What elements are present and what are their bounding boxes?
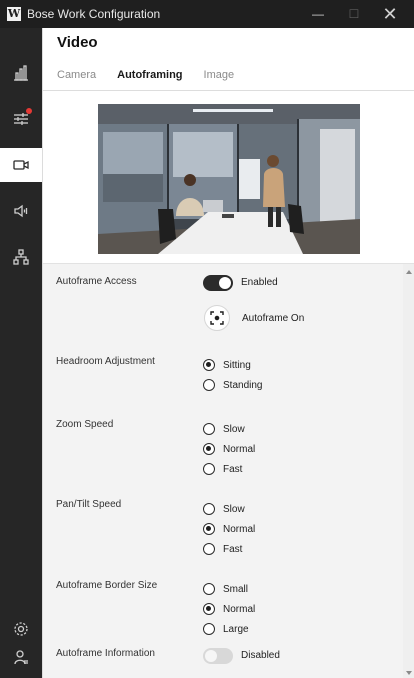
tab-autoframing[interactable]: Autoframing xyxy=(117,69,182,81)
option-label: Standing xyxy=(223,379,263,391)
autoframe-information-state: Disabled xyxy=(241,650,280,661)
border-size-option-small[interactable]: Small xyxy=(203,582,248,596)
autoframe-access-label: Autoframe Access xyxy=(56,276,137,287)
notification-badge xyxy=(26,108,32,114)
pan-tilt-option-normal[interactable]: Normal xyxy=(203,522,255,536)
tab-image[interactable]: Image xyxy=(204,69,235,81)
maximize-button[interactable]: ☐ xyxy=(336,0,372,28)
page-title: Video xyxy=(57,34,98,51)
sidebar-item-account[interactable] xyxy=(0,640,42,674)
network-icon xyxy=(13,249,29,265)
main-panel: Video Camera Autoframing Image Autoframe… xyxy=(42,28,414,678)
zoom-speed-label: Zoom Speed xyxy=(56,419,114,430)
sidebar-nav xyxy=(0,28,42,678)
minimize-button[interactable]: — xyxy=(300,0,336,28)
radio-button[interactable] xyxy=(203,423,215,435)
option-label: Slow xyxy=(223,423,245,435)
tab-bar: Camera Autoframing Image xyxy=(57,69,234,81)
border-size-option-normal[interactable]: Normal xyxy=(203,602,255,616)
autoframe-on-button[interactable]: Autoframe On xyxy=(204,305,304,331)
scroll-down-arrow-icon[interactable] xyxy=(406,671,412,675)
zoom-speed-option-slow[interactable]: Slow xyxy=(203,422,245,436)
settings-panel: Autoframe Access Enabled Autoframe On He… xyxy=(43,263,414,678)
sidebar-item-network[interactable] xyxy=(0,240,42,274)
header-divider xyxy=(43,90,414,91)
option-label: Large xyxy=(223,623,249,635)
sidebar-item-audio[interactable] xyxy=(0,194,42,228)
gear-icon xyxy=(14,622,28,636)
option-label: Sitting xyxy=(223,359,251,371)
option-label: Fast xyxy=(223,463,243,475)
pan-tilt-option-fast[interactable]: Fast xyxy=(203,542,242,556)
radio-button[interactable] xyxy=(203,583,215,595)
scrollbar[interactable] xyxy=(403,264,414,678)
window-title: Bose Work Configuration xyxy=(27,7,161,21)
headroom-option-sitting[interactable]: Sitting xyxy=(203,358,251,372)
option-label: Slow xyxy=(223,503,245,515)
tab-camera[interactable]: Camera xyxy=(57,69,96,81)
zoom-speed-option-fast[interactable]: Fast xyxy=(203,462,242,476)
radio-button[interactable] xyxy=(203,623,215,635)
close-button[interactable]: ✕ xyxy=(372,0,408,28)
sidebar-item-settings-sliders[interactable] xyxy=(0,102,42,136)
zoom-speed-option-normal[interactable]: Normal xyxy=(203,442,255,456)
radio-button[interactable] xyxy=(203,523,215,535)
option-label: Normal xyxy=(223,523,256,535)
radio-button[interactable] xyxy=(203,359,215,371)
video-camera-icon xyxy=(13,160,29,170)
title-bar: W Bose Work Configuration — ☐ ✕ xyxy=(0,0,414,28)
radio-button[interactable] xyxy=(203,503,215,515)
radio-button[interactable] xyxy=(203,443,215,455)
app-logo-icon: W xyxy=(7,7,21,21)
autoframe-information-toggle[interactable] xyxy=(203,648,233,664)
headroom-adjustment-label: Headroom Adjustment xyxy=(56,356,155,367)
conference-room-image xyxy=(98,104,360,254)
sidebar-item-analytics[interactable] xyxy=(0,56,42,90)
autoframe-access-toggle[interactable] xyxy=(203,275,233,291)
sidebar-item-video[interactable] xyxy=(0,148,42,182)
user-icon xyxy=(14,650,28,665)
radio-button[interactable] xyxy=(203,379,215,391)
autoframe-information-label: Autoframe Information xyxy=(56,648,155,659)
autoframe-access-state: Enabled xyxy=(241,277,278,288)
radio-button[interactable] xyxy=(203,543,215,555)
option-label: Small xyxy=(223,583,249,595)
headroom-option-standing[interactable]: Standing xyxy=(203,378,262,392)
speaker-icon xyxy=(14,204,28,218)
option-label: Normal xyxy=(223,443,256,455)
border-size-option-large[interactable]: Large xyxy=(203,622,249,636)
pan-tilt-option-slow[interactable]: Slow xyxy=(203,502,245,516)
border-size-label: Autoframe Border Size xyxy=(56,580,158,591)
bar-chart-icon xyxy=(14,65,28,81)
autoframe-target-icon xyxy=(204,305,230,331)
camera-preview xyxy=(98,104,360,254)
option-label: Normal xyxy=(223,603,256,615)
scroll-up-arrow-icon[interactable] xyxy=(406,270,412,274)
radio-button[interactable] xyxy=(203,463,215,475)
radio-button[interactable] xyxy=(203,603,215,615)
option-label: Fast xyxy=(223,543,243,555)
autoframe-on-label: Autoframe On xyxy=(242,312,305,324)
pan-tilt-speed-label: Pan/Tilt Speed xyxy=(56,499,122,510)
